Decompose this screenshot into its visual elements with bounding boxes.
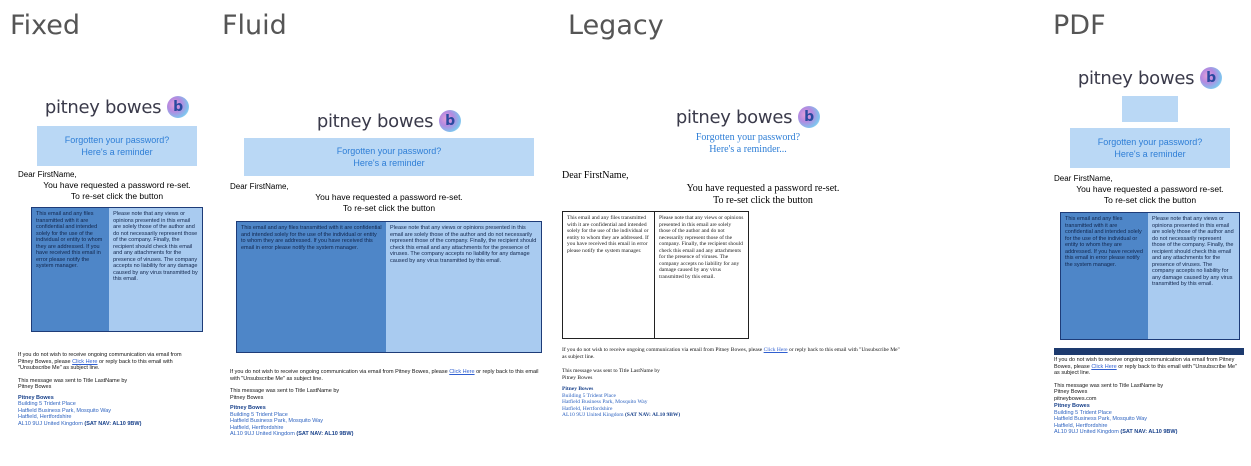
notice-line-2: To re-set click the button	[713, 195, 813, 206]
company-address: Pitney Bowes Building 5 Trident Place Ha…	[562, 386, 904, 419]
notice: You have requested a password re-set. To…	[18, 180, 216, 202]
unsubscribe-text: If you do not wish to receive ongoing co…	[18, 352, 190, 372]
logo: pitney bowes b	[592, 102, 904, 132]
company-address: Pitney Bowes Building 5 Trident Place Ha…	[1054, 403, 1246, 436]
disclaimer-right: Please note that any views or opinions p…	[655, 212, 748, 338]
greeting: Dear FirstName,	[1054, 174, 1113, 183]
sent-to: This message was sent to Title LastName …	[1054, 383, 1246, 403]
notice-line-2: To re-set click the button	[70, 191, 164, 201]
email-preview-fluid: pitney bowes b Forgotten your password? …	[230, 106, 548, 438]
disclaimer-left: This email and any files transmitted wit…	[32, 208, 110, 331]
unsubscribe-text: If you do not wish to receive ongoing co…	[1054, 357, 1244, 377]
banner-line-2: Here's a reminder	[353, 158, 425, 168]
disclaimer-left: This email and any files transmitted wit…	[237, 222, 387, 352]
company-address: Pitney Bowes Building 5 Trident Place Ha…	[230, 405, 548, 438]
logo: pitney bowes b	[18, 92, 216, 122]
sent-by-line: Pitney Bowes	[562, 374, 593, 381]
sent-by-line: Pitney Bowes	[18, 384, 52, 390]
banner-line-2: Here's a reminder	[1114, 149, 1186, 159]
logo: pitney bowes b	[1054, 64, 1246, 92]
logo-text: pitney bowes	[675, 106, 793, 128]
logo-text: pitney bowes	[1077, 67, 1195, 89]
company-address: Pitney Bowes Building 5 Trident Place Ha…	[18, 395, 216, 428]
website-line: pitneybowes.com	[1054, 395, 1097, 402]
banner-line-1: Forgotten your password?	[695, 132, 801, 143]
pitney-bowes-logo-icon: b	[798, 106, 821, 128]
banner-line-2: Here's a reminder...	[709, 144, 787, 155]
notice: You have requested a password re-set. To…	[230, 192, 548, 214]
notice-line-2: To re-set click the button	[1103, 195, 1197, 205]
notice-line-1: You have requested a password re-set.	[686, 183, 840, 194]
address-line-4: AL10 9UJ United Kingdom (SAT NAV: AL10 9…	[230, 431, 354, 437]
logo-text: pitney bowes	[44, 96, 162, 118]
column-title-legacy: Legacy	[568, 10, 664, 41]
greeting: Dear FirstName,	[230, 182, 289, 191]
unsubscribe-text: If you do not wish to receive ongoing co…	[230, 369, 540, 382]
address-line-4: AL10 9UJ United Kingdom (SAT NAV: AL10 9…	[1054, 429, 1178, 435]
password-banner: Forgotten your password? Here's a remind…	[37, 126, 197, 166]
disclaimer-right: Please note that any views or opinions p…	[386, 222, 541, 352]
disclaimer-box: This email and any files transmitted wit…	[236, 221, 542, 353]
disclaimer-left: This email and any files transmitted wit…	[563, 212, 656, 338]
unsubscribe-link[interactable]: Click Here	[449, 369, 474, 375]
column-title-pdf: PDF	[1053, 10, 1106, 41]
pitney-bowes-logo-icon: b	[167, 96, 190, 118]
greeting: Dear FirstName,	[562, 170, 629, 181]
logo-text: pitney bowes	[316, 110, 434, 132]
email-preview-fixed: pitney bowes b Forgotten your password? …	[18, 92, 216, 427]
banner-line-1: Forgotten your password?	[336, 146, 442, 156]
banner-line-1: Forgotten your password?	[1097, 137, 1203, 147]
greeting: Dear FirstName,	[18, 170, 77, 179]
logo: pitney bowes b	[230, 106, 548, 136]
sent-by-line: Pitney Bowes	[230, 394, 264, 401]
email-preview-pdf: pitney bowes b Forgotten your password? …	[1054, 64, 1246, 436]
unsub-pre: If you do not wish to receive ongoing co…	[562, 347, 763, 353]
address-line-4: AL10 9UJ United Kingdom (SAT NAV: AL10 9…	[562, 412, 681, 418]
divider-bar	[1054, 348, 1244, 355]
unsubscribe-link[interactable]: Click Here	[1091, 364, 1116, 370]
unsubscribe-link[interactable]: Click Here	[764, 347, 788, 353]
sent-to: This message was sent to Title LastName …	[562, 368, 904, 381]
unsubscribe-text: If you do not wish to receive ongoing co…	[562, 347, 904, 360]
disclaimer-left: This email and any files transmitted wit…	[1061, 213, 1149, 339]
unsubscribe-link[interactable]: Click Here	[72, 359, 97, 365]
notice: You have requested a password re-set. To…	[622, 183, 904, 207]
notice-line-1: You have requested a password re-set.	[315, 192, 463, 202]
banner-line-1: Forgotten your password?	[64, 135, 170, 145]
password-banner: Forgotten your password? Here's a remind…	[244, 138, 534, 176]
notice: You have requested a password re-set. To…	[1054, 184, 1246, 206]
notice-line-1: You have requested a password re-set.	[43, 180, 191, 190]
column-title-fixed: Fixed	[10, 10, 80, 41]
image-placeholder	[1122, 96, 1178, 122]
email-preview-legacy: pitney bowes b Forgotten your password? …	[562, 102, 904, 419]
pitney-bowes-logo-icon: b	[439, 110, 462, 132]
password-banner: Forgotten your password? Here's a remind…	[1070, 128, 1230, 168]
password-banner: Forgotten your password? Here's a remind…	[592, 132, 904, 156]
column-title-fluid: Fluid	[222, 10, 287, 41]
notice-line-1: You have requested a password re-set.	[1076, 184, 1224, 194]
banner-line-2: Here's a reminder	[81, 147, 153, 157]
disclaimer-box: This email and any files transmitted wit…	[31, 207, 203, 332]
disclaimer-box: This email and any files transmitted wit…	[562, 211, 749, 339]
notice-line-2: To re-set click the button	[342, 203, 436, 213]
disclaimer-box: This email and any files transmitted wit…	[1060, 212, 1240, 340]
pitney-bowes-logo-icon: b	[1200, 67, 1223, 89]
disclaimer-right: Please note that any views or opinions p…	[109, 208, 202, 331]
unsub-pre: If you do not wish to receive ongoing co…	[230, 369, 448, 375]
sent-to: This message was sent to Title LastName …	[230, 388, 548, 401]
address-line-4: AL10 9UJ United Kingdom (SAT NAV: AL10 9…	[18, 420, 142, 427]
disclaimer-right: Please note that any views or opinions p…	[1148, 213, 1239, 339]
sent-to: This message was sent to Title LastName …	[18, 378, 216, 391]
